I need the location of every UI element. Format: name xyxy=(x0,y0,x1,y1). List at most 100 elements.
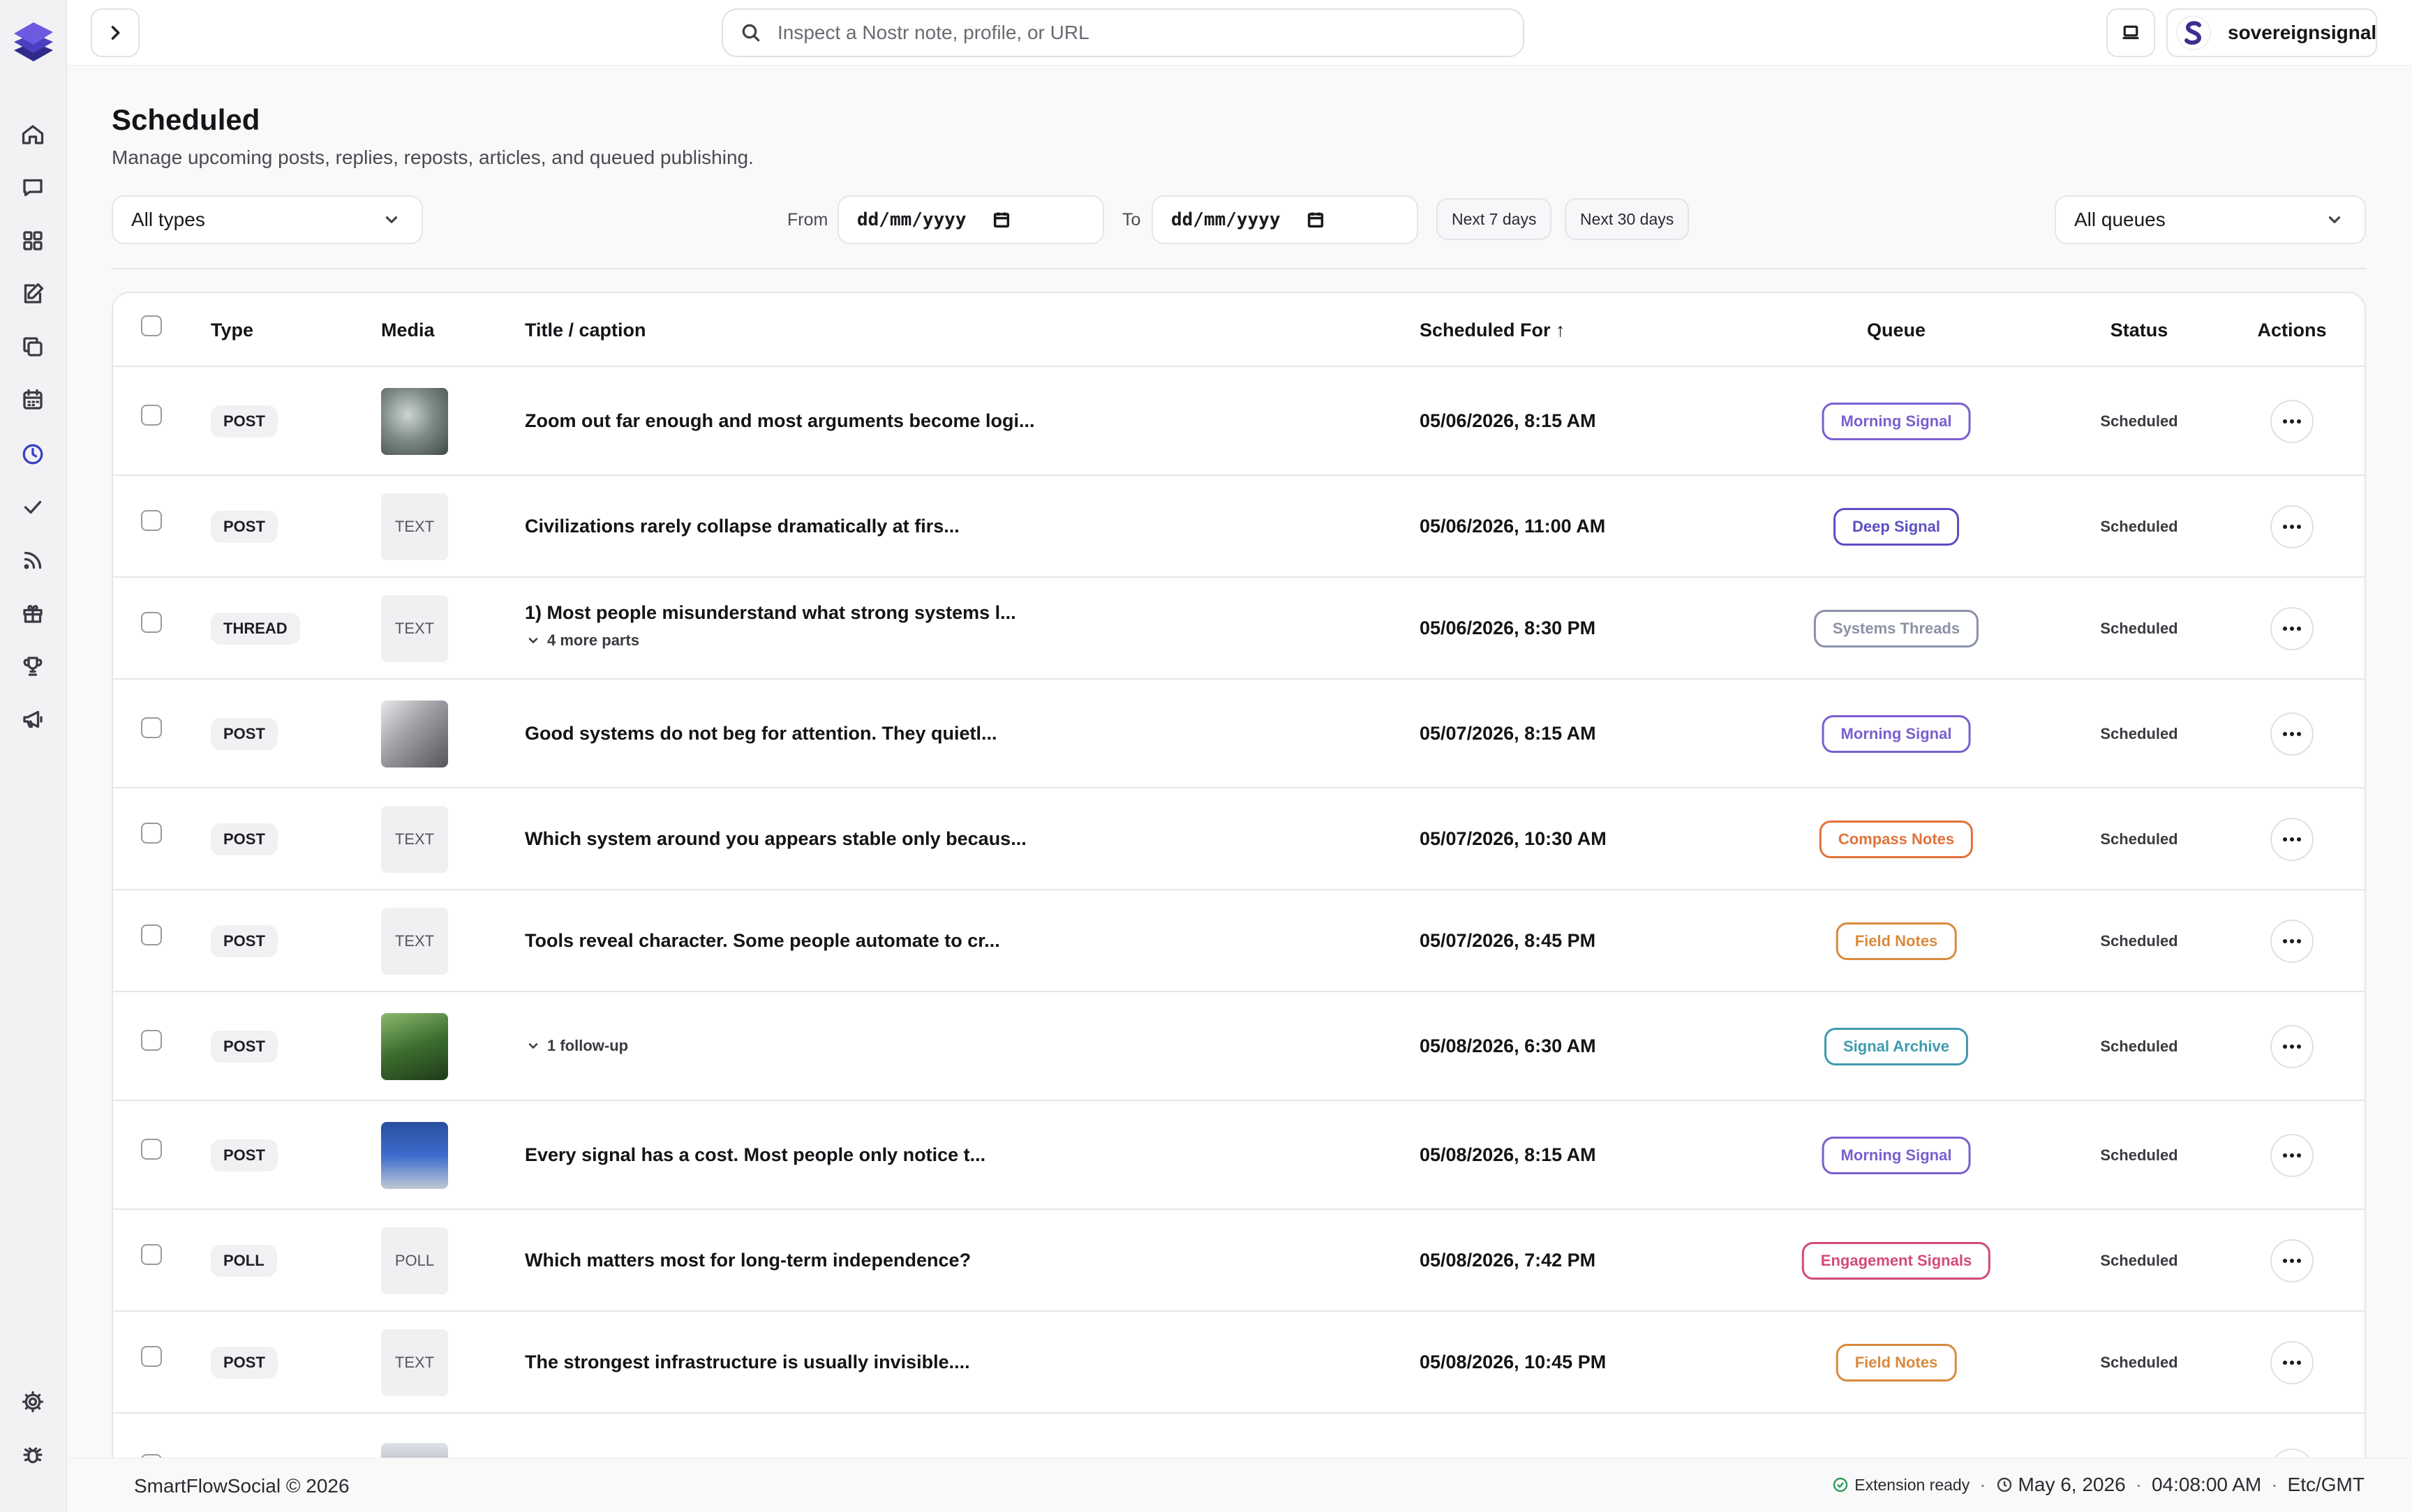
sidebar xyxy=(0,0,67,1512)
header-status[interactable]: Status xyxy=(2110,320,2168,341)
row-title[interactable]: Which system around you appears stable o… xyxy=(525,828,1027,850)
search-input[interactable] xyxy=(777,22,1475,44)
messages-icon[interactable] xyxy=(15,170,50,205)
more-icon xyxy=(2283,1361,2301,1365)
queue-pill[interactable]: Field Notes xyxy=(1836,1344,1957,1382)
calendar-icon[interactable] xyxy=(1306,210,1325,230)
queue-filter-select[interactable]: All queues xyxy=(2055,195,2366,244)
type-filter-select[interactable]: All types xyxy=(112,195,423,244)
row-title[interactable]: Good systems do not beg for attention. T… xyxy=(525,723,997,744)
queue-pill[interactable]: Systems Threads xyxy=(1813,610,1979,648)
account-name: sovereignsignal xyxy=(2228,22,2377,43)
more-icon xyxy=(2283,1259,2301,1263)
queue-pill[interactable]: Field Notes xyxy=(1836,922,1957,960)
copy-icon[interactable] xyxy=(15,329,50,364)
table-row[interactable]: POST Good systems do not beg for attentio… xyxy=(113,680,2365,788)
row-checkbox[interactable] xyxy=(141,1030,162,1051)
queue-pill[interactable]: Deep Signal xyxy=(1833,508,1959,546)
row-checkbox[interactable] xyxy=(141,823,162,844)
queue-pill[interactable]: Morning Signal xyxy=(1822,715,1971,753)
row-checkbox[interactable] xyxy=(141,405,162,426)
queue-pill[interactable]: Morning Signal xyxy=(1822,1137,1971,1174)
row-actions-button[interactable] xyxy=(2270,712,2314,756)
header-type[interactable]: Type xyxy=(211,320,253,341)
table-row[interactable]: THREAD TEXT 1) Most people misunderstand w… xyxy=(113,578,2365,680)
next-30-days-button[interactable]: Next 30 days xyxy=(1565,198,1690,240)
to-label: To xyxy=(1122,210,1141,230)
table-row[interactable]: POST Zoom out far enough and most argumen… xyxy=(113,367,2365,476)
row-title[interactable]: Zoom out far enough and most arguments b… xyxy=(525,410,1035,432)
table-row[interactable]: POST TEXT Tools reveal character. Some peo… xyxy=(113,890,2365,992)
row-checkbox[interactable] xyxy=(141,1244,162,1265)
check-icon[interactable] xyxy=(15,490,50,525)
clock-icon[interactable] xyxy=(15,437,50,472)
row-actions-button[interactable] xyxy=(2270,607,2314,650)
bug-icon[interactable] xyxy=(15,1437,50,1472)
header-queue[interactable]: Queue xyxy=(1867,320,1926,341)
home-icon[interactable] xyxy=(15,117,50,152)
row-actions-button[interactable] xyxy=(2270,1025,2314,1068)
row-title[interactable]: Every signal has a cost. Most people onl… xyxy=(525,1144,985,1166)
row-checkbox[interactable] xyxy=(141,1346,162,1367)
table-row[interactable]: POST Every signal has a cost. Most people… xyxy=(113,1101,2365,1210)
row-title[interactable]: Which matters most for long-term indepen… xyxy=(525,1250,971,1271)
to-date-input[interactable]: dd/mm/yyyy xyxy=(1152,195,1418,244)
expand-parts-label: 4 more parts xyxy=(547,631,640,649)
device-button[interactable] xyxy=(2106,8,2155,57)
gift-icon[interactable] xyxy=(15,596,50,631)
calendar-icon[interactable] xyxy=(992,210,1011,230)
expand-sidebar-button[interactable] xyxy=(91,8,140,57)
queue-pill[interactable]: Signal Archive xyxy=(1824,1028,1969,1065)
status-text: Scheduled xyxy=(2100,932,2178,950)
row-actions-button[interactable] xyxy=(2270,505,2314,548)
dashboard-icon[interactable] xyxy=(15,223,50,258)
account-button[interactable]: sovereignsignal xyxy=(2166,8,2377,57)
footer-timezone: Etc/GMT xyxy=(2287,1474,2365,1495)
row-actions-button[interactable] xyxy=(2270,818,2314,861)
row-actions-button[interactable] xyxy=(2270,920,2314,963)
calendar-icon[interactable] xyxy=(15,382,50,417)
row-title[interactable]: The strongest infrastructure is usually … xyxy=(525,1352,970,1373)
header-title[interactable]: Title / caption xyxy=(525,320,646,341)
queue-pill[interactable]: Engagement Signals xyxy=(1801,1242,1991,1280)
from-date-input[interactable]: dd/mm/yyyy xyxy=(838,195,1104,244)
row-title[interactable]: Tools reveal character. Some people auto… xyxy=(525,930,1000,952)
status-text: Scheduled xyxy=(2100,725,2178,742)
row-checkbox[interactable] xyxy=(141,612,162,633)
expand-parts-toggle[interactable]: 4 more parts xyxy=(526,631,639,650)
row-actions-button[interactable] xyxy=(2270,1341,2314,1384)
table-row[interactable]: POST TEXT Which system around you appears … xyxy=(113,788,2365,890)
select-all-checkbox[interactable] xyxy=(141,315,162,336)
more-icon xyxy=(2283,1045,2301,1049)
header-scheduled-for[interactable]: Scheduled For ↑ xyxy=(1420,320,1565,341)
app-logo[interactable] xyxy=(10,17,57,67)
row-checkbox[interactable] xyxy=(141,925,162,945)
filter-divider xyxy=(112,268,2366,269)
scheduled-time: 05/08/2026, 10:45 PM xyxy=(1420,1352,1607,1372)
type-badge: POLL xyxy=(211,1245,277,1277)
row-checkbox[interactable] xyxy=(141,717,162,738)
row-actions-button[interactable] xyxy=(2270,400,2314,443)
queue-pill[interactable]: Morning Signal xyxy=(1822,403,1971,440)
row-actions-button[interactable] xyxy=(2270,1239,2314,1282)
search-bar[interactable] xyxy=(722,8,1524,57)
compose-icon[interactable] xyxy=(15,276,50,311)
row-title[interactable]: Civilizations rarely collapse dramatical… xyxy=(525,516,960,537)
row-title[interactable]: 1) Most people misunderstand what strong… xyxy=(525,602,1016,624)
settings-icon[interactable] xyxy=(15,1384,50,1419)
table-row[interactable]: POST TEXT The strongest infrastructure is … xyxy=(113,1312,2365,1414)
row-checkbox[interactable] xyxy=(141,510,162,531)
megaphone-icon[interactable] xyxy=(15,702,50,737)
row-actions-button[interactable] xyxy=(2270,1134,2314,1177)
trophy-icon[interactable] xyxy=(15,649,50,684)
type-badge: THREAD xyxy=(211,613,300,645)
queue-pill[interactable]: Compass Notes xyxy=(1819,821,1974,858)
rss-icon[interactable] xyxy=(15,543,50,578)
table-row[interactable]: POST TEXT Civilizations rarely collapse dr… xyxy=(113,476,2365,578)
table-row[interactable]: POST 1 follow-up 05/08/2026, 6:30 AM Signal… xyxy=(113,992,2365,1101)
next-7-days-button[interactable]: Next 7 days xyxy=(1436,198,1552,240)
expand-parts-toggle[interactable]: 1 follow-up xyxy=(526,1037,628,1055)
type-badge: POST xyxy=(211,1347,278,1379)
row-checkbox[interactable] xyxy=(141,1139,162,1160)
table-row[interactable]: POLL POLL Which matters most for long-term… xyxy=(113,1210,2365,1312)
